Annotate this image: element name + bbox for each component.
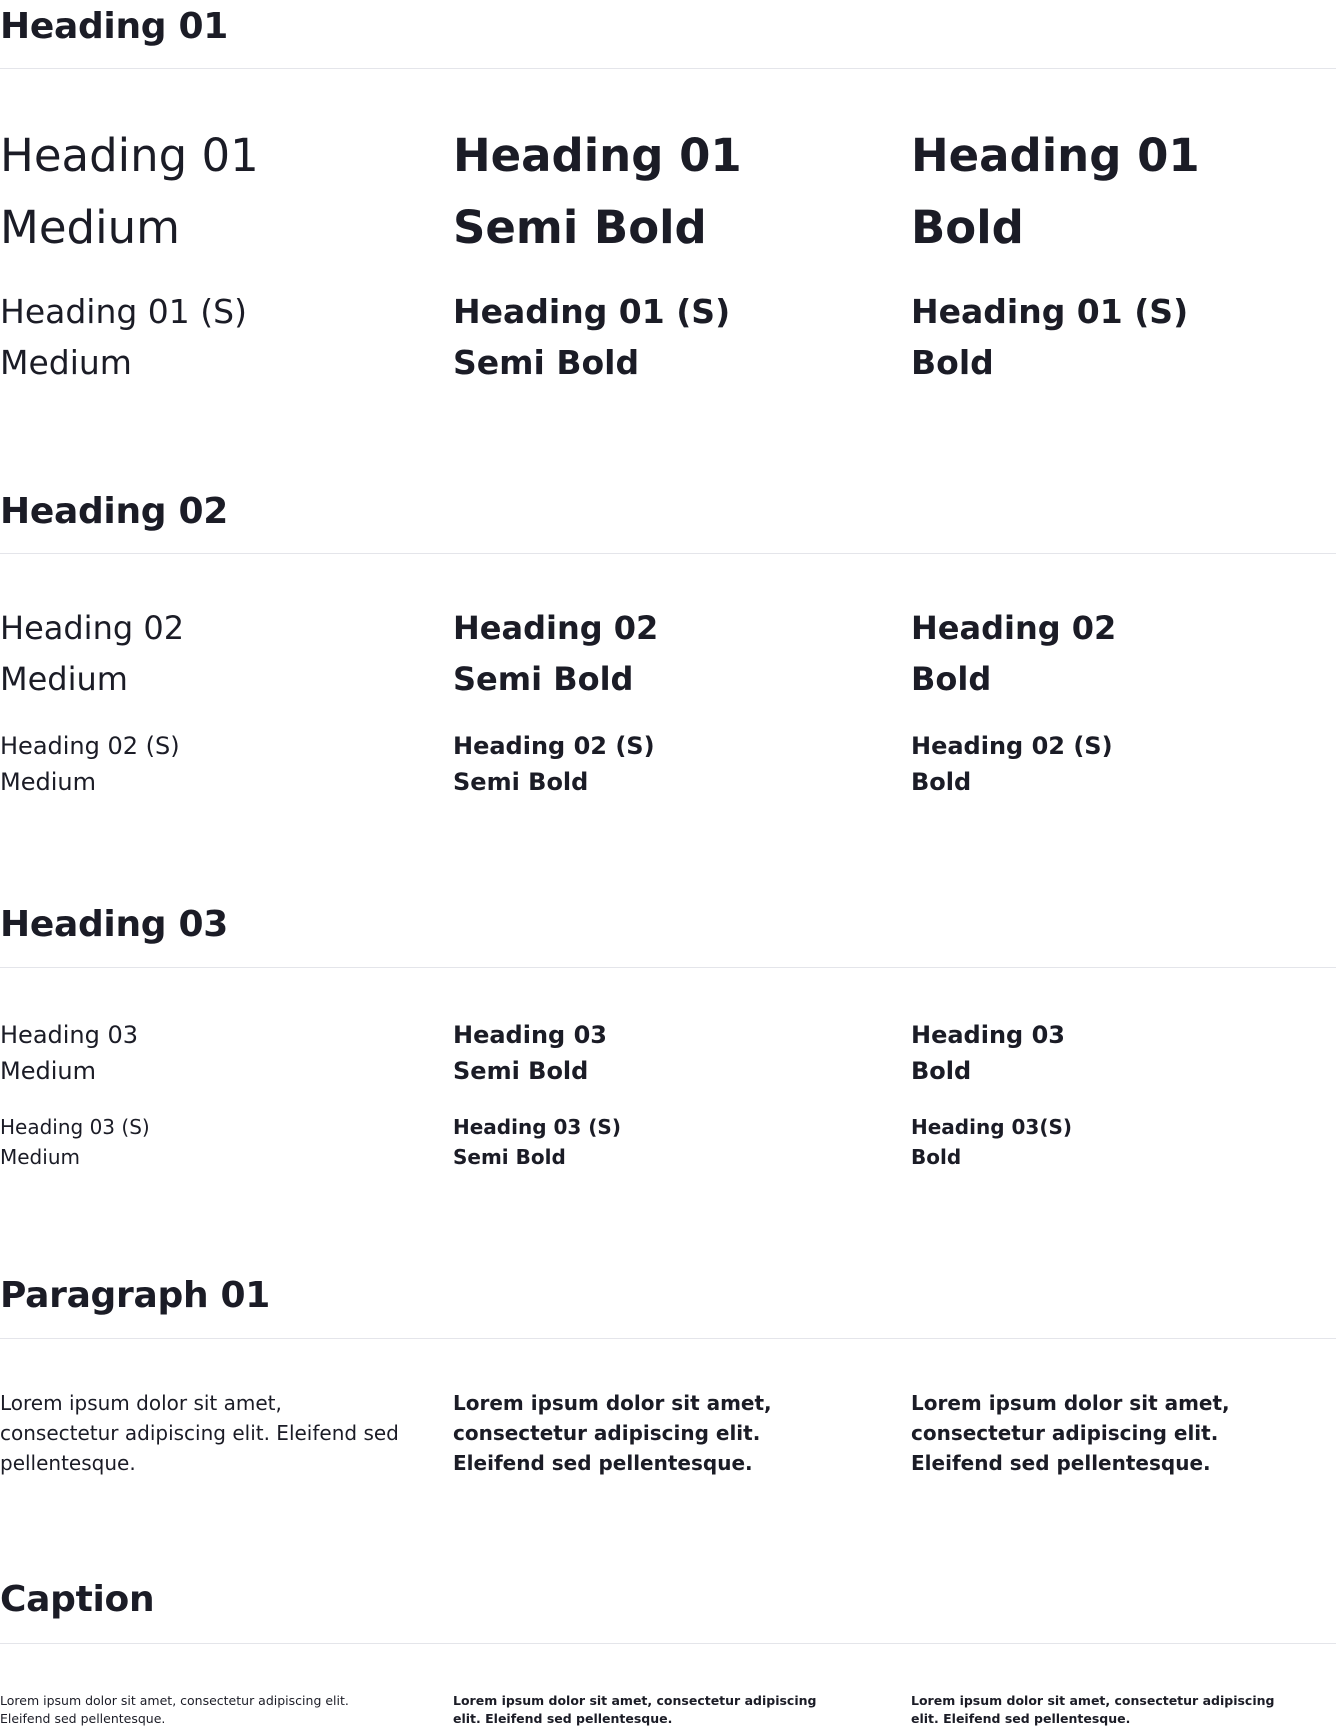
sample-weight: Bold: [911, 343, 994, 382]
sample-weight: Bold: [911, 201, 1024, 254]
sample-weight: Medium: [0, 660, 128, 698]
sample-weight: Semi Bold: [453, 343, 640, 382]
sample-line: Heading 02: [911, 609, 1117, 647]
caption-medium-sample: Lorem ipsum dolor sit amet, consectetur …: [0, 1693, 349, 1726]
heading-02-bold-sample: Heading 02 Bold: [911, 603, 1116, 705]
divider: [0, 1338, 1336, 1339]
heading-03-medium-sample: Heading 03 Medium: [0, 1017, 138, 1089]
sample-weight: Semi Bold: [453, 1145, 566, 1169]
divider: [0, 68, 1336, 69]
sample-weight: Bold: [911, 1145, 962, 1169]
heading-02-s-semi-bold-sample: Heading 02 (S) Semi Bold: [453, 728, 655, 800]
heading-01-bold-sample: Heading 01 Bold: [911, 120, 1200, 264]
sample-line: Heading 03: [453, 1021, 607, 1049]
divider: [0, 1643, 1336, 1644]
heading-02-semi-bold-sample: Heading 02 Semi Bold: [453, 603, 658, 705]
heading-03-s-semi-bold-sample: Heading 03 (S) Semi Bold: [453, 1112, 621, 1172]
heading-02-s-bold-sample: Heading 02 (S) Bold: [911, 728, 1113, 800]
sample-weight: Semi Bold: [453, 201, 707, 254]
sample-line: Heading 01: [911, 129, 1200, 182]
sample-weight: Semi Bold: [453, 1057, 589, 1085]
sample-weight: Medium: [0, 201, 180, 254]
heading-01-semi-bold-sample: Heading 01 Semi Bold: [453, 120, 742, 264]
sample-line: Heading 01: [453, 129, 742, 182]
section-title-caption: Caption: [0, 1579, 155, 1620]
sample-weight: Medium: [0, 1145, 80, 1169]
sample-line: Heading 02: [453, 609, 659, 647]
sample-weight: Bold: [911, 660, 992, 698]
heading-01-s-medium-sample: Heading 01 (S) Medium: [0, 286, 247, 388]
sample-weight: Medium: [0, 1057, 96, 1085]
sample-weight: Medium: [0, 343, 132, 382]
heading-02-medium-sample: Heading 02 Medium: [0, 603, 184, 705]
heading-03-semi-bold-sample: Heading 03 Semi Bold: [453, 1017, 607, 1089]
paragraph-01-medium-sample: Lorem ipsum dolor sit amet, consectetur …: [0, 1391, 399, 1475]
sample-weight: Medium: [0, 768, 96, 796]
caption-semi-bold-sample: Lorem ipsum dolor sit amet, consectetur …: [453, 1693, 817, 1726]
caption-bold-sample: Lorem ipsum dolor sit amet, consectetur …: [911, 1693, 1275, 1726]
sample-line: Heading 03(S): [911, 1115, 1073, 1139]
section-title-paragraph-01: Paragraph 01: [0, 1275, 271, 1316]
sample-line: Heading 03 (S): [453, 1115, 621, 1139]
divider: [0, 967, 1336, 968]
heading-01-s-bold-sample: Heading 01 (S) Bold: [911, 286, 1188, 388]
sample-line: Heading 02: [0, 609, 185, 647]
divider: [0, 553, 1336, 554]
sample-weight: Semi Bold: [453, 660, 634, 698]
sample-line: Heading 02 (S): [911, 732, 1113, 760]
section-title-heading-03: Heading 03: [0, 904, 228, 945]
sample-line: Heading 03: [0, 1021, 139, 1049]
heading-01-medium-sample: Heading 01 Medium: [0, 120, 259, 264]
sample-line: Heading 01: [0, 129, 259, 182]
sample-line: Heading 03: [911, 1021, 1065, 1049]
heading-03-s-bold-sample: Heading 03(S) Bold: [911, 1112, 1072, 1172]
heading-03-s-medium-sample: Heading 03 (S) Medium: [0, 1112, 150, 1172]
sample-line: Heading 01 (S): [453, 292, 731, 331]
heading-02-s-medium-sample: Heading 02 (S) Medium: [0, 728, 180, 800]
heading-03-bold-sample: Heading 03 Bold: [911, 1017, 1065, 1089]
sample-line: Heading 02 (S): [453, 732, 655, 760]
sample-weight: Semi Bold: [453, 768, 589, 796]
paragraph-01-bold-sample: Lorem ipsum dolor sit amet, consectetur …: [911, 1391, 1230, 1475]
section-title-heading-01: Heading 01: [0, 6, 228, 47]
sample-line: Heading 01 (S): [911, 292, 1189, 331]
heading-01-s-semi-bold-sample: Heading 01 (S) Semi Bold: [453, 286, 730, 388]
sample-weight: Bold: [911, 768, 972, 796]
sample-line: Heading 03 (S): [0, 1115, 150, 1139]
paragraph-01-semi-bold-sample: Lorem ipsum dolor sit amet, consectetur …: [453, 1391, 772, 1475]
sample-line: Heading 01 (S): [0, 292, 247, 331]
section-title-heading-02: Heading 02: [0, 491, 228, 532]
sample-weight: Bold: [911, 1057, 972, 1085]
sample-line: Heading 02 (S): [0, 732, 180, 760]
